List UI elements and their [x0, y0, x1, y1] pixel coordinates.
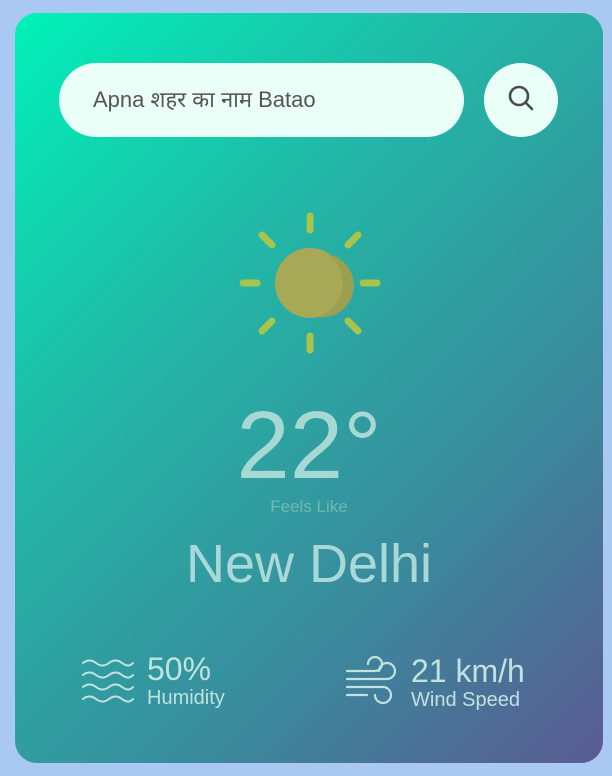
- weather-card: 22° Feels Like New Delhi 50% Humidity: [15, 13, 603, 763]
- wind-speed-label: Wind Speed: [411, 689, 520, 711]
- wind-stat: 21 km/h Wind Speed: [345, 653, 525, 714]
- feels-like-label: Feels Like: [270, 497, 348, 516]
- humidity-stat: 50% Humidity: [81, 653, 225, 710]
- search-input[interactable]: [91, 86, 464, 114]
- city-name: New Delhi: [185, 534, 433, 594]
- wind-icon: [345, 653, 399, 714]
- sun-icon: [235, 208, 385, 358]
- wind-speed-value: 21 km/h: [411, 653, 525, 689]
- humidity-icon: [81, 653, 135, 710]
- search-button[interactable]: [484, 63, 558, 137]
- humidity-label: Humidity: [147, 687, 225, 709]
- search-icon: [507, 84, 535, 117]
- humidity-value: 50%: [147, 651, 212, 687]
- temperature-value: 22°: [236, 392, 382, 499]
- search-bar[interactable]: [59, 63, 464, 137]
